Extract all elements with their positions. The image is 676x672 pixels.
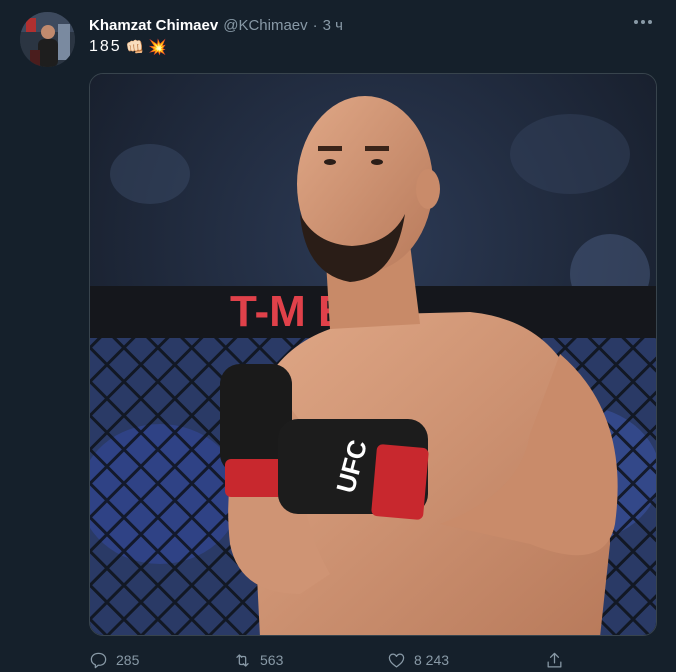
- retweet-button[interactable]: 563: [233, 651, 387, 670]
- fist-emoji-icon: 👊🏻: [125, 39, 145, 56]
- like-button[interactable]: 8 243: [387, 651, 545, 670]
- action-bar: 285 563 8 243: [89, 648, 579, 672]
- heart-icon: [388, 653, 405, 667]
- avatar[interactable]: [20, 12, 75, 67]
- retweet-count: 563: [260, 652, 284, 668]
- separator-dot: ·: [312, 16, 318, 34]
- retweet-icon: [236, 653, 249, 667]
- reply-button[interactable]: 285: [89, 651, 233, 670]
- tweet-photo[interactable]: T-M E A UFC: [89, 73, 657, 636]
- tweet-timestamp[interactable]: 3 ч: [323, 17, 343, 34]
- tweet-text-number: 185: [89, 38, 122, 55]
- share-button[interactable]: [545, 651, 564, 670]
- tweet[interactable]: Khamzat Chimaev @KChimaev · 3 ч 185 👊🏻 💥: [0, 0, 676, 669]
- share-icon: [547, 652, 562, 667]
- more-horizontal-icon[interactable]: [630, 12, 656, 32]
- author-handle[interactable]: @KChimaev: [223, 17, 307, 34]
- author-name[interactable]: Khamzat Chimaev: [89, 17, 218, 34]
- reply-icon: [90, 652, 107, 668]
- collision-emoji-icon: 💥: [148, 39, 168, 56]
- tweet-text: 185 👊🏻 💥: [89, 38, 167, 56]
- tweet-header: Khamzat Chimaev @KChimaev · 3 ч: [89, 15, 343, 35]
- reply-count: 285: [116, 652, 140, 668]
- like-count: 8 243: [414, 652, 450, 668]
